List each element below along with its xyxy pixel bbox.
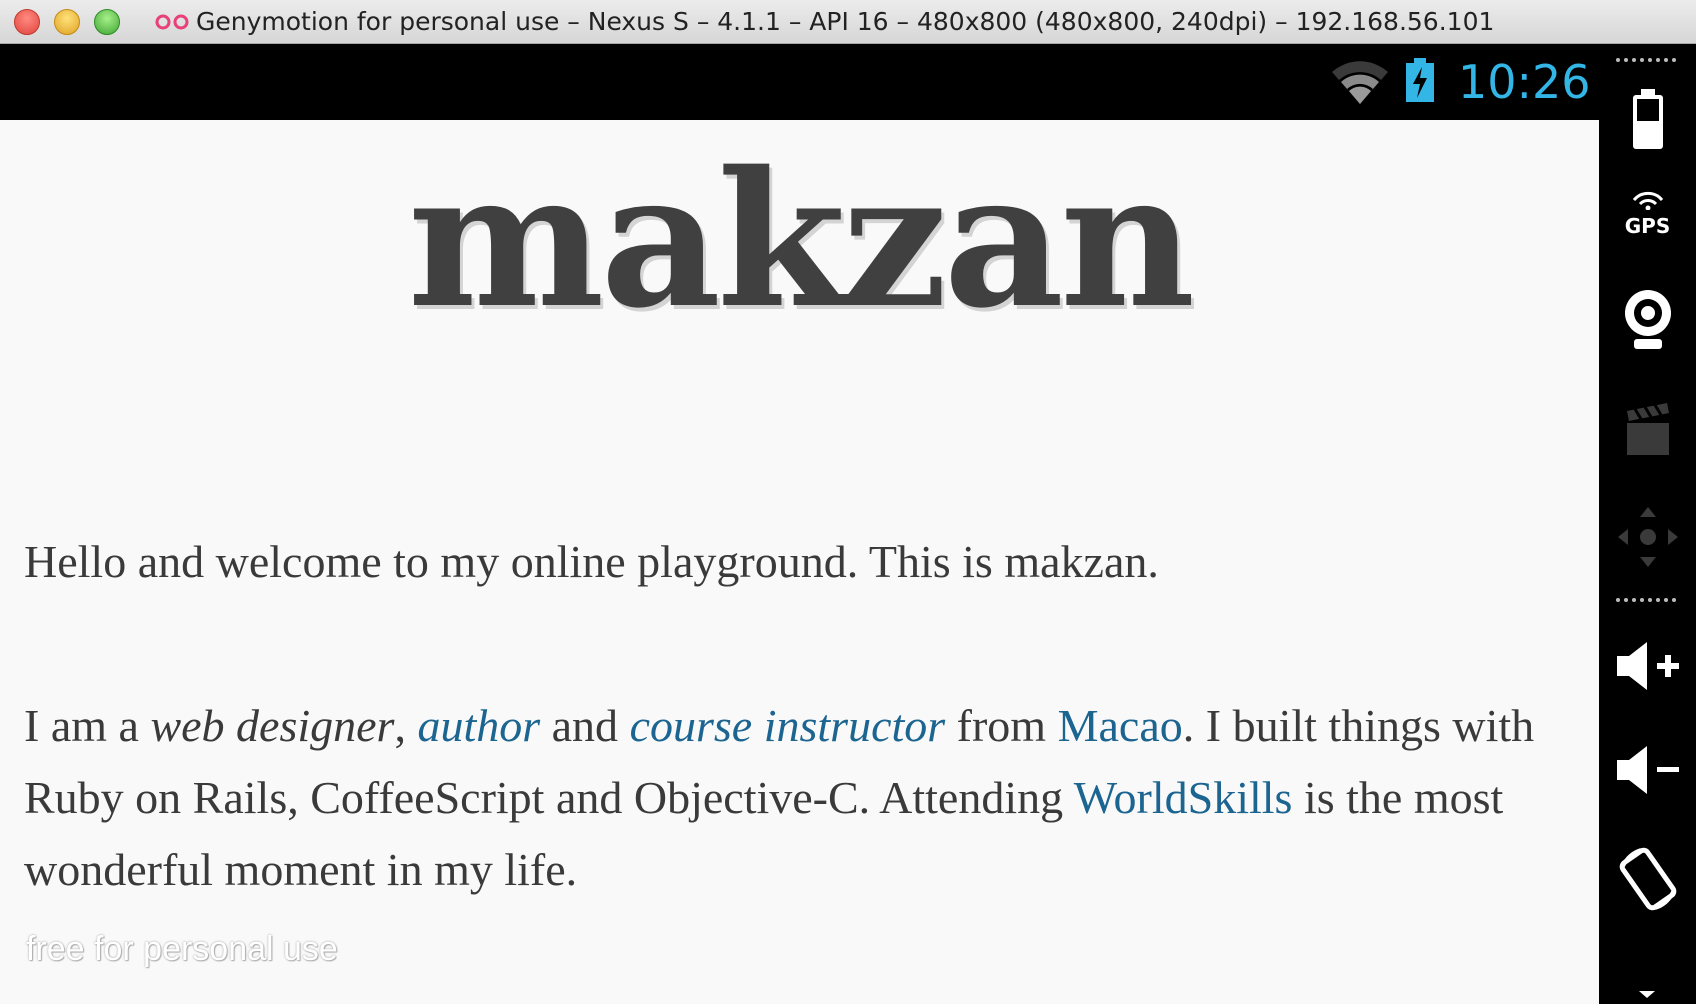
bio-text: and [540,700,630,751]
rotate-icon [1619,847,1676,911]
battery-button[interactable] [1599,74,1696,164]
author-link[interactable]: author [417,700,540,751]
role-text: web designer [150,700,395,751]
window-title: Genymotion for personal use – Nexus S – … [196,7,1495,36]
volume-down-icon [1616,746,1679,794]
video-capture-button [1599,384,1696,474]
genymotion-logo-icon [155,14,189,30]
intro-paragraph: Hello and welcome to my online playgroun… [24,536,1159,587]
panel-scroll-down-icon[interactable] [1637,989,1657,999]
camera-button[interactable] [1599,274,1696,364]
bio-text: from [945,700,1058,751]
dpad-button [1599,492,1696,582]
volume-up-icon [1616,642,1679,690]
battery-charging-icon [1406,58,1434,102]
volume-down-button[interactable] [1599,720,1696,820]
close-window-button[interactable] [14,9,40,35]
course-instructor-link[interactable]: course instructor [630,700,946,751]
camera-icon [1624,290,1671,349]
gps-button[interactable]: GPS [1599,174,1696,254]
browser-content: makzan Hello and welcome to my online pl… [0,120,1599,1004]
minimize-window-button[interactable] [54,9,80,35]
status-clock: 10:26 [1458,55,1591,109]
gps-icon [1632,191,1663,210]
battery-icon [1632,89,1663,149]
dpad-icon [1617,507,1678,567]
video-capture-icon [1626,403,1669,455]
bio-paragraph: I am a web designer, author and course i… [24,690,1584,906]
wifi-icon [1332,61,1388,104]
site-title: makzan [407,130,1196,349]
bio-text: I am a [24,700,151,751]
window-titlebar: Genymotion for personal use – Nexus S – … [0,0,1696,44]
gps-label: GPS [1624,214,1671,238]
worldskills-link[interactable]: WorldSkills [1074,772,1293,823]
bio-text: , [394,700,418,751]
volume-up-button[interactable] [1599,616,1696,716]
maximize-window-button[interactable] [94,9,120,35]
watermark-text: free for personal use [26,930,338,968]
emulator-side-panel: GPS [1599,44,1696,1004]
rotate-button[interactable] [1599,824,1696,934]
panel-grip-icon [1616,58,1676,62]
macao-link[interactable]: Macao [1058,700,1183,751]
android-status-bar: 10:26 [0,44,1599,120]
panel-grip-icon [1616,598,1676,602]
